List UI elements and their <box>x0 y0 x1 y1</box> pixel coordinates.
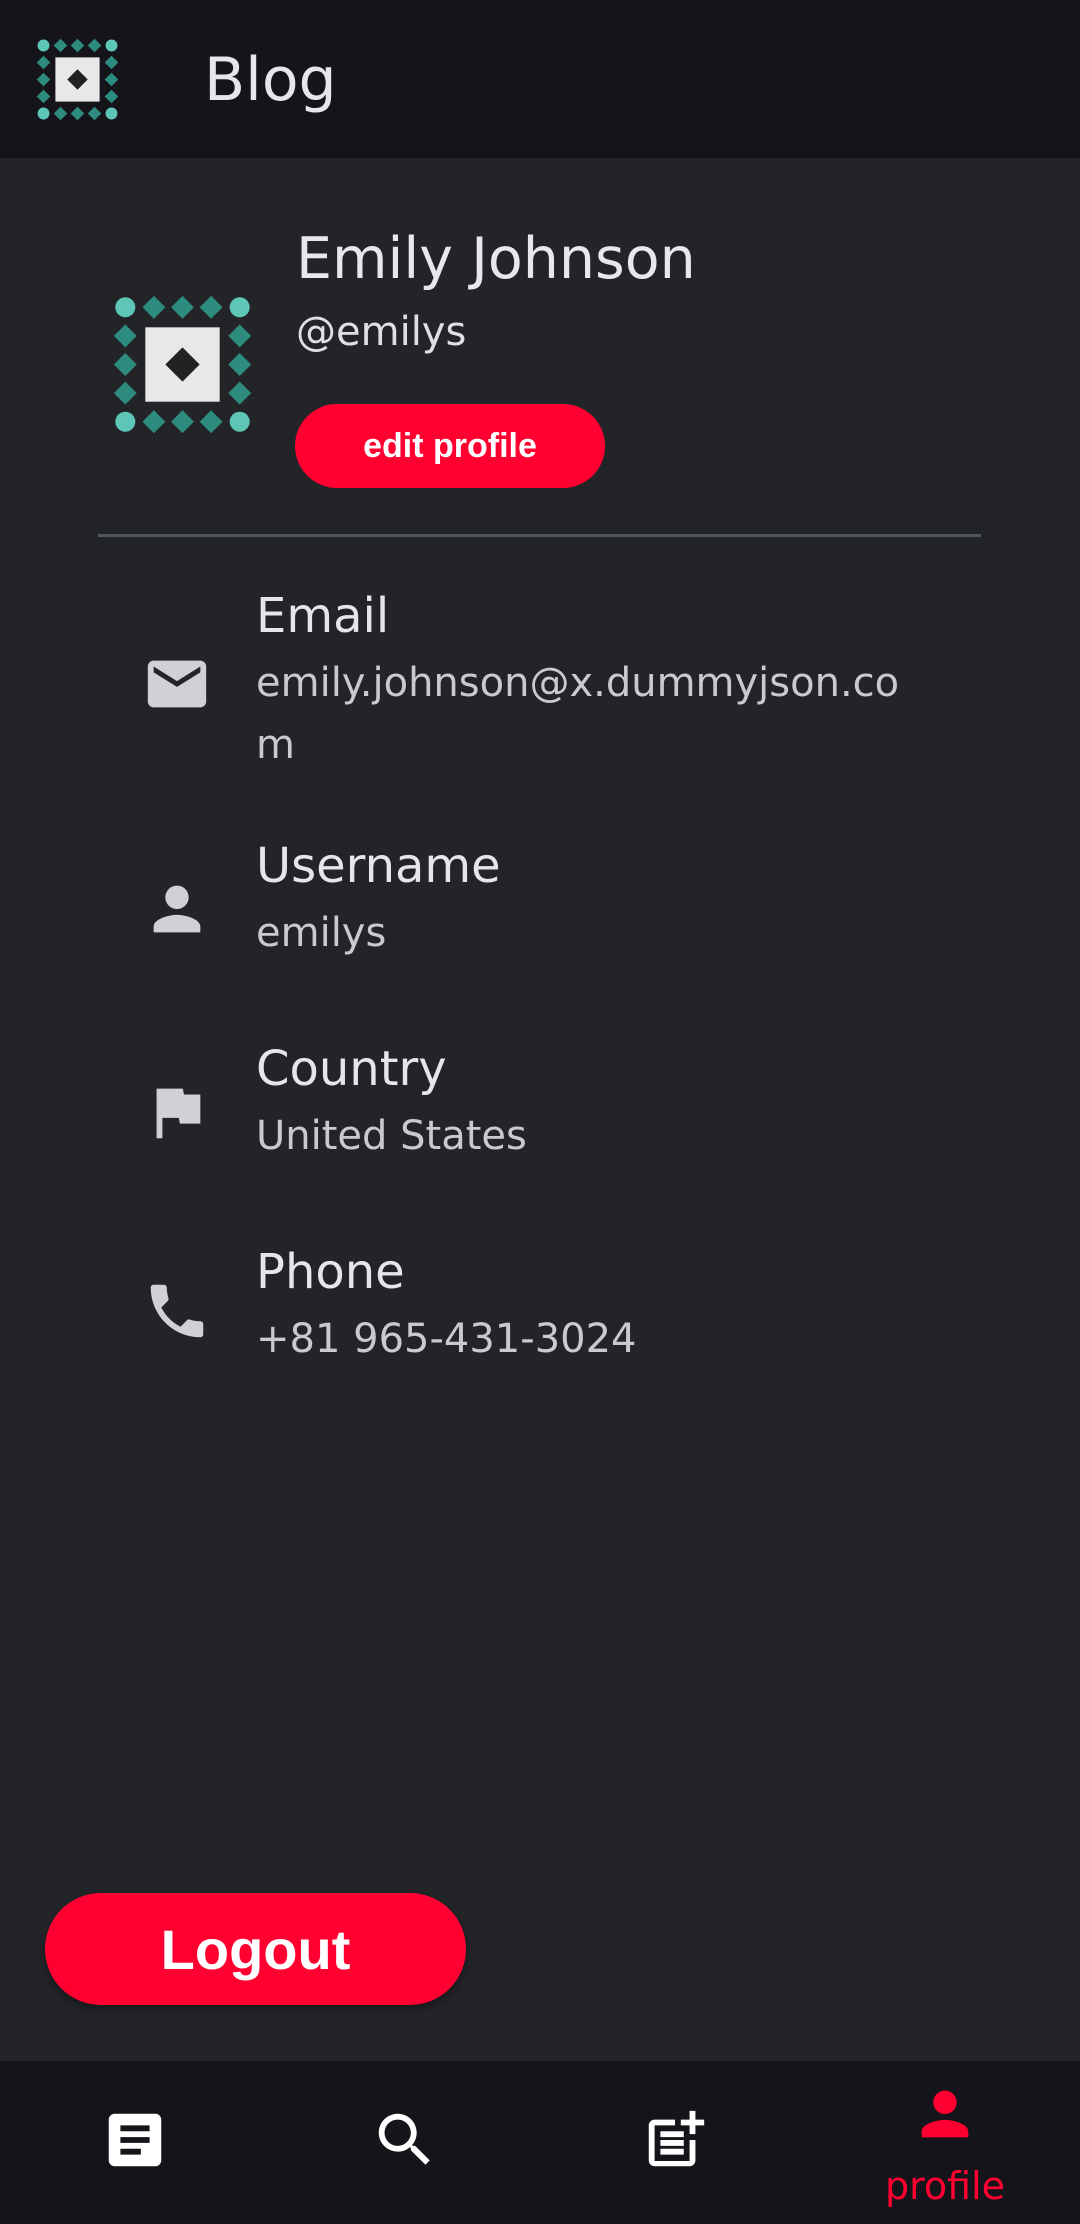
divider <box>98 534 981 537</box>
nav-item-profile[interactable]: profile <box>810 2061 1080 2224</box>
nav-item-new-post[interactable] <box>540 2061 810 2224</box>
search-icon <box>378 2113 430 2165</box>
profile-name: Emily Johnson <box>296 226 696 292</box>
bottom-nav: profile <box>0 2061 1080 2224</box>
edit-profile-button[interactable]: edit profile <box>295 404 605 488</box>
nav-label-profile: profile <box>884 2164 1006 2208</box>
country-value: United States <box>256 1113 527 1159</box>
logout-button[interactable]: Logout <box>45 1893 466 2005</box>
mail-icon <box>147 660 207 708</box>
country-label: Country <box>256 1041 447 1097</box>
blog-logo-icon <box>36 38 119 121</box>
profile-handle: @emilys <box>296 309 467 355</box>
nav-item-posts[interactable] <box>0 2061 270 2224</box>
email-label: Email <box>256 588 390 644</box>
avatar-pattern-icon <box>113 295 252 434</box>
phone-icon <box>150 1284 204 1338</box>
post-add-icon <box>648 2110 705 2167</box>
app-bar: Blog <box>0 0 1080 158</box>
phone-label: Phone <box>256 1244 405 1300</box>
nav-item-search[interactable] <box>270 2061 540 2224</box>
app-title: Blog <box>204 45 337 115</box>
person-icon <box>921 2090 969 2138</box>
person-icon <box>153 885 201 933</box>
flag-icon <box>156 1088 201 1139</box>
phone-value: +81 965-431-3024 <box>256 1316 637 1362</box>
username-label: Username <box>256 838 501 894</box>
article-icon <box>108 2113 162 2167</box>
email-value: emily.johnson@x.dummyjson.com <box>256 660 900 768</box>
username-value: emilys <box>256 910 387 956</box>
